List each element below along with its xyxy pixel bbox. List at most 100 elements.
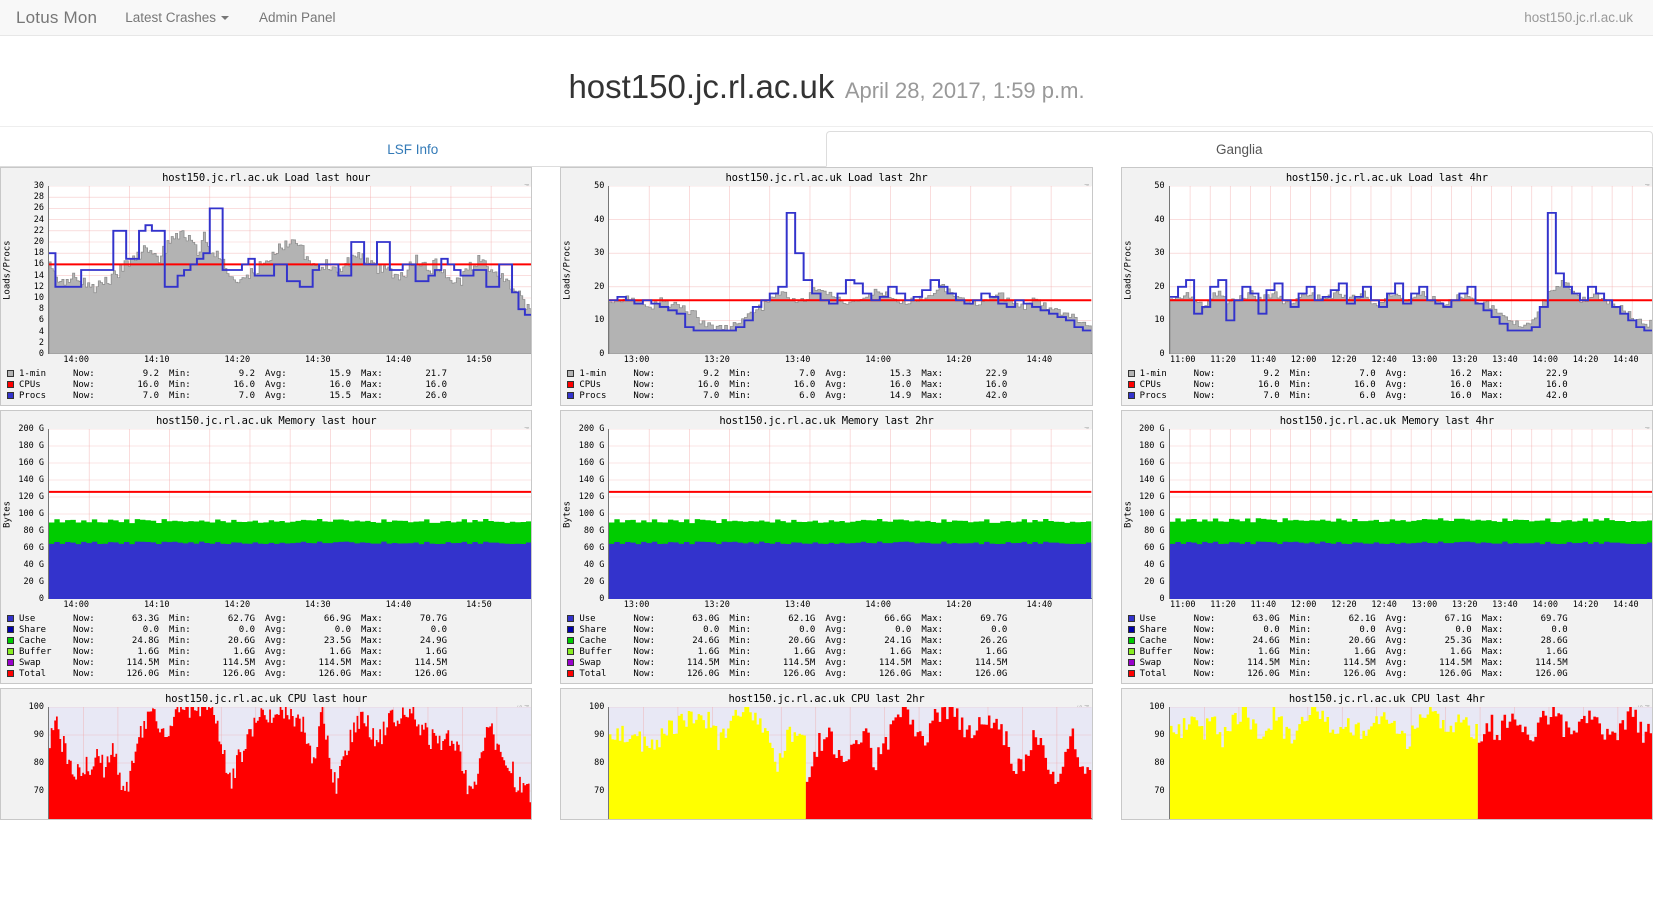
graph-panel-cpu-1hr[interactable]: host150.jc.rl.ac.uk CPU last hourNEXTGEN…	[0, 688, 533, 820]
graph-panel-mem-1hr[interactable]: host150.jc.rl.ac.uk Memory last hourNEXT…	[0, 410, 533, 684]
legend-series-name: CPUs	[1139, 379, 1162, 390]
legend-stat: Avg: 67.1G	[1386, 614, 1482, 624]
legend-stat-key: Max:	[1481, 624, 1504, 635]
legend-row[interactable]: Total Now: 126.0G Min: 126.0G Avg: 126.0G Max: 1…	[1127, 668, 1652, 679]
plot-area[interactable]	[608, 707, 1092, 819]
legend-row[interactable]: Cache Now: 24.6G Min: 20.6G Avg: 25.3G Max: 28.6…	[1127, 635, 1652, 646]
legend-row[interactable]: Buffer Now: 1.6G Min: 1.6G Avg: 1.6G Max: 1.6G	[1127, 646, 1652, 657]
tab-ganglia[interactable]: Ganglia	[825, 130, 1653, 167]
y-axis-ticks: 0 20 G 40 G 60 G 80 G 100 G 120 G 140 G 160 G 180…	[574, 424, 608, 604]
legend-stat: Avg: 114.5M	[1386, 658, 1482, 668]
legend-stat-value: 25.3G	[1444, 635, 1472, 646]
legend-row[interactable]: Procs Now: 7.0 Min: 6.0 Avg: 16.0 Max: 42.0	[1127, 390, 1652, 401]
legend-stat-key: Max:	[921, 379, 944, 390]
legend-stat: Min: 20.6G	[729, 636, 825, 646]
legend-stat: Max: 16.0	[921, 380, 1017, 390]
y-tick-label: 0	[38, 594, 44, 604]
graph-panel-cpu-4hr[interactable]: host150.jc.rl.ac.uk CPU last 4hrNEXTGEN …	[1120, 688, 1653, 820]
legend-row[interactable]: Swap Now: 114.5M Min: 114.5M Avg: 114.5M Max: 11…	[7, 657, 531, 668]
legend-row[interactable]: Share Now: 0.0 Min: 0.0 Avg: 0.0 Max: 0.0	[7, 624, 531, 635]
legend-stat-value: 114.5M	[222, 657, 255, 668]
plot-area[interactable]	[608, 429, 1092, 599]
legend-stat-value: 24.8G	[131, 635, 159, 646]
legend-series-name: Total	[1139, 668, 1167, 679]
legend-stat-key: Now:	[633, 390, 656, 401]
y-tick-label: 10	[594, 315, 605, 326]
legend-row[interactable]: Buffer Now: 1.6G Min: 1.6G Avg: 1.6G Max: 1.6G	[567, 646, 1091, 657]
y-tick-label: 0	[599, 594, 605, 604]
legend-row[interactable]: Total Now: 126.0G Min: 126.0G Avg: 126.0G Max: 1…	[567, 668, 1091, 679]
legend-row[interactable]: Total Now: 126.0G Min: 126.0G Avg: 126.0G Max: 1…	[7, 668, 531, 679]
legend-stat-value: 7.0	[799, 368, 816, 379]
legend-row[interactable]: Share Now: 0.0 Min: 0.0 Avg: 0.0 Max: 0.0	[1127, 624, 1652, 635]
legend-row[interactable]: Buffer Now: 1.6G Min: 1.6G Avg: 1.6G Max: 1.6G	[7, 646, 531, 657]
legend-row[interactable]: Share Now: 0.0 Min: 0.0 Avg: 0.0 Max: 0.0	[567, 624, 1091, 635]
tab-lsf-info[interactable]: LSF Info	[0, 133, 826, 167]
plot-svg	[1169, 429, 1652, 599]
legend-stat-value: 126.0G	[1439, 668, 1472, 679]
legend-series-name: Cache	[1139, 635, 1167, 646]
legend-stat-value: 7.0	[238, 390, 255, 401]
nav-item-latest-crashes[interactable]: Latest Crashes	[125, 10, 229, 25]
graph-panel-load-1hr[interactable]: host150.jc.rl.ac.uk Load last hourNEXTGE…	[0, 167, 533, 406]
plot-area[interactable]	[48, 707, 532, 819]
x-tick-label: 13:00	[1411, 600, 1438, 610]
legend-row[interactable]: Cache Now: 24.6G Min: 20.6G Avg: 24.1G Max: 26.2…	[567, 635, 1091, 646]
legend-color-swatch	[7, 392, 14, 399]
legend-row[interactable]: CPUs Now: 16.0 Min: 16.0 Avg: 16.0 Max: 16.0	[7, 379, 531, 390]
legend-row[interactable]: 1-min Now: 9.2 Min: 7.0 Avg: 15.3 Max: 22.9	[567, 368, 1091, 379]
legend-stat: Max: 1.6G	[1482, 647, 1578, 657]
ganglia-graph-grid: host150.jc.rl.ac.uk Load last hourNEXTGE…	[0, 167, 1653, 824]
plot-area[interactable]	[48, 429, 532, 599]
brand-logo[interactable]: Lotus Mon	[16, 8, 97, 28]
legend-stat-value: 28.6G	[1540, 635, 1568, 646]
graph-panel-load-2hr[interactable]: host150.jc.rl.ac.uk Load last 2hrNEXTGEN…	[560, 167, 1093, 406]
y-tick-label: 20	[594, 281, 605, 292]
x-tick-label: 12:00	[1290, 600, 1317, 610]
legend-stat: Avg: 16.0	[825, 380, 921, 390]
legend-row[interactable]: Procs Now: 7.0 Min: 7.0 Avg: 15.5 Max: 26.0	[7, 390, 531, 401]
graph-panel-cpu-2hr[interactable]: host150.jc.rl.ac.uk CPU last 2hrNEXTGEN …	[560, 688, 1093, 820]
graph-title: host150.jc.rl.ac.uk Memory last hour	[155, 415, 377, 427]
legend-row[interactable]: 1-min Now: 9.2 Min: 7.0 Avg: 16.2 Max: 22.9	[1127, 368, 1652, 379]
legend-row[interactable]: Cache Now: 24.8G Min: 20.6G Avg: 23.5G Max: 24.9…	[7, 635, 531, 646]
plot-area[interactable]	[608, 186, 1092, 354]
x-axis-ticks: 14:00 14:10 14:20 14:30 14:40 14:50	[48, 599, 531, 611]
legend-stat: Now: 7.0	[1194, 391, 1290, 401]
graph-title: host150.jc.rl.ac.uk Load last 2hr	[725, 172, 928, 184]
legend-row[interactable]: Procs Now: 7.0 Min: 6.0 Avg: 14.9 Max: 42.0	[567, 390, 1091, 401]
legend-row[interactable]: Use Now: 63.0G Min: 62.1G Avg: 67.1G Max: 69.7G	[1127, 613, 1652, 624]
y-tick-label: 0	[1159, 594, 1165, 604]
legend-stat-value: 16.0	[793, 379, 816, 390]
legend-row[interactable]: Use Now: 63.3G Min: 62.7G Avg: 66.9G Max: 70.7G	[7, 613, 531, 624]
graph-panel-mem-4hr[interactable]: host150.jc.rl.ac.uk Memory last 4hrNEXTG…	[1120, 410, 1653, 684]
plot-area[interactable]	[1168, 707, 1652, 819]
x-tick-label: 14:30	[305, 355, 331, 365]
legend-row[interactable]: Use Now: 63.0G Min: 62.1G Avg: 66.6G Max: 69.7G	[567, 613, 1091, 624]
plot-svg	[49, 429, 532, 599]
x-tick-label: 14:50	[466, 600, 492, 610]
legend-row[interactable]: CPUs Now: 16.0 Min: 16.0 Avg: 16.0 Max: 16.0	[567, 379, 1091, 390]
y-tick-label: 60 G	[23, 543, 44, 553]
plot-area[interactable]	[1168, 429, 1652, 599]
plot-area[interactable]	[48, 186, 532, 354]
graph-panel-mem-2hr[interactable]: host150.jc.rl.ac.uk Memory last 2hrNEXTG…	[560, 410, 1093, 684]
legend-row[interactable]: Swap Now: 114.5M Min: 114.5M Avg: 114.5M Max: 11…	[1127, 657, 1652, 668]
x-tick-label: 13:20	[1451, 600, 1478, 610]
graph-title: host150.jc.rl.ac.uk CPU last hour	[165, 693, 368, 705]
legend-row[interactable]: 1-min Now: 9.2 Min: 9.2 Avg: 15.9 Max: 21.7	[7, 368, 531, 379]
legend-row[interactable]: CPUs Now: 16.0 Min: 16.0 Avg: 16.0 Max: 16.0	[1127, 379, 1652, 390]
plot-area[interactable]	[1168, 186, 1652, 354]
legend-stat-key: Now:	[73, 646, 95, 657]
legend-stat: Now: 16.0	[73, 380, 169, 390]
legend-stat-key: Now:	[1193, 390, 1216, 401]
graph-panel-load-4hr[interactable]: host150.jc.rl.ac.uk Load last 4hrNEXTGEN…	[1120, 167, 1653, 406]
y-axis-ticks: 70 80 90 100	[14, 702, 48, 819]
plot-svg	[49, 707, 532, 819]
legend-stat-value: 114.5M	[414, 657, 447, 668]
legend-row[interactable]: Swap Now: 114.5M Min: 114.5M Avg: 114.5M Max: 11…	[567, 657, 1091, 668]
legend-color-swatch	[1127, 659, 1135, 666]
legend-stat-key: Avg:	[265, 624, 287, 635]
nav-item-admin-panel[interactable]: Admin Panel	[259, 10, 336, 25]
legend-color-swatch	[567, 626, 575, 633]
